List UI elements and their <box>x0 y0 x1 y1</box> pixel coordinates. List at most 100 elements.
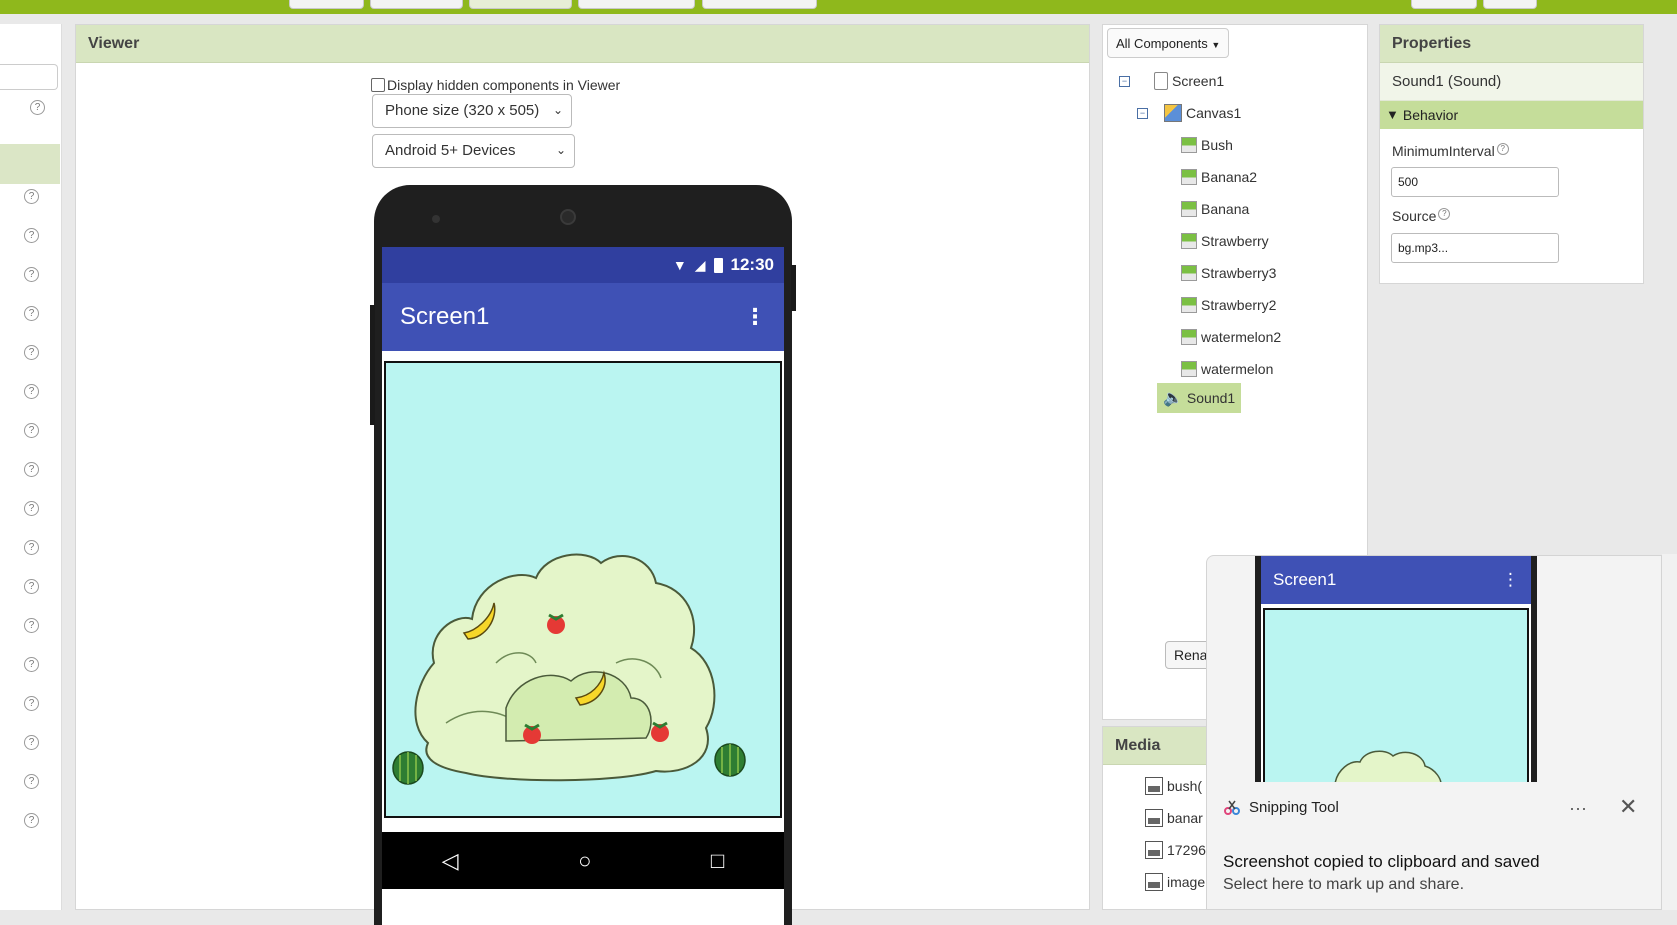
tree-item-sprite[interactable]: Strawberry2 <box>1181 291 1276 319</box>
home-icon[interactable]: ○ <box>578 848 591 874</box>
tree-item-sprite[interactable]: Bush <box>1181 131 1233 159</box>
tree-item-sound1[interactable]: 🔈 Sound1 <box>1157 383 1242 413</box>
image-sprite-icon <box>1181 329 1197 345</box>
toolbar-button[interactable] <box>1411 0 1477 9</box>
back-icon[interactable]: ◁ <box>442 848 459 874</box>
bush-sprite[interactable] <box>414 553 716 782</box>
caret-down-icon: ▼ <box>1211 40 1221 50</box>
tree-label: Banana <box>1201 201 1250 217</box>
help-icon[interactable]: ? <box>24 540 39 555</box>
property-name: MinimumInterval <box>1392 143 1495 159</box>
palette-category[interactable] <box>0 144 60 184</box>
viewer-header: Viewer <box>76 25 1089 63</box>
behavior-section[interactable]: ▼ Behavior <box>1380 101 1643 129</box>
phone-mockup: ▼ ◢ 12:30 Screen1 ⋮ ◁ ○ □ <box>370 185 796 925</box>
status-time: 12:30 <box>730 255 774 274</box>
viewer-panel: Viewer Display hidden components in View… <box>75 24 1090 925</box>
tree-label: Canvas1 <box>1186 105 1242 121</box>
help-icon[interactable]: ? <box>30 100 45 115</box>
tree-item-sprite[interactable]: Banana <box>1181 195 1249 223</box>
help-icon[interactable]: ? <box>24 735 39 750</box>
canvas1[interactable] <box>384 361 782 818</box>
notification-body[interactable]: Snipping Tool ··· ✕ Screenshot copied to… <box>1207 782 1661 909</box>
help-icon[interactable]: ? <box>24 228 39 243</box>
canvas-icon <box>1164 104 1182 122</box>
image-sprite-icon <box>1181 201 1197 217</box>
media-file-name: bush( <box>1167 778 1203 794</box>
media-item[interactable]: banar <box>1145 809 1203 827</box>
all-components-dropdown[interactable]: All Components ▼ <box>1107 28 1230 58</box>
property-name: Source <box>1392 208 1437 224</box>
media-file-name: 17296 <box>1167 842 1206 858</box>
toolbar-button[interactable] <box>1483 0 1537 9</box>
screen-title: Screen1 <box>400 303 490 330</box>
palette-search-input[interactable] <box>0 64 58 90</box>
tree-item-sprite[interactable]: Strawberry3 <box>1181 259 1276 287</box>
help-icon[interactable]: ? <box>24 189 39 204</box>
tree-label: Strawberry <box>1201 233 1269 249</box>
toolbar-button[interactable] <box>469 0 572 9</box>
tree-item-sprite[interactable]: Banana2 <box>1181 163 1257 191</box>
help-icon[interactable]: ? <box>24 306 39 321</box>
preview-screen: Screen1 ⋮ <box>1261 556 1531 782</box>
minimum-interval-input[interactable]: 500 <box>1391 167 1559 197</box>
help-icon[interactable]: ? <box>24 579 39 594</box>
tree-item-screen1[interactable]: − Screen1 <box>1119 67 1224 95</box>
toolbar-button[interactable] <box>289 0 364 9</box>
more-options-icon[interactable]: ··· <box>1569 798 1587 819</box>
watermelon-sprite[interactable] <box>392 751 424 785</box>
notification-app-name: Snipping Tool <box>1249 798 1339 816</box>
screenshot-preview[interactable]: Screen1 ⋮ <box>1255 556 1537 782</box>
device-type-value: Android 5+ Devices <box>385 142 516 159</box>
image-sprite-icon <box>1181 265 1197 281</box>
help-icon[interactable]: ? <box>24 696 39 711</box>
collapse-icon[interactable]: − <box>1119 75 1130 87</box>
watermelon2-sprite[interactable] <box>714 743 746 777</box>
phone-size-select[interactable]: Phone size (320 x 505) ⌄ <box>372 94 572 128</box>
image-file-icon <box>1145 777 1163 795</box>
help-icon[interactable]: ? <box>1438 208 1451 220</box>
media-item[interactable]: bush( <box>1145 777 1202 795</box>
preview-title: Screen1 <box>1273 570 1337 589</box>
toolbar-button[interactable] <box>370 0 463 9</box>
display-hidden-checkbox[interactable] <box>371 78 385 92</box>
toolbar-button[interactable] <box>702 0 817 9</box>
tree-item-canvas1[interactable]: − Canvas1 <box>1137 99 1241 127</box>
help-icon[interactable]: ? <box>1496 143 1509 155</box>
tree-label: watermelon2 <box>1201 329 1282 345</box>
help-icon[interactable]: ? <box>24 501 39 516</box>
help-icon[interactable]: ? <box>24 345 39 360</box>
scrollbar[interactable] <box>1662 554 1677 910</box>
tree-label: Screen1 <box>1172 73 1225 89</box>
media-item[interactable]: image <box>1145 873 1205 891</box>
snipping-tool-notification[interactable]: Screen1 ⋮ Snipping Tool ··· ✕ Screenshot… <box>1206 555 1662 910</box>
help-icon[interactable]: ? <box>24 384 39 399</box>
help-icon[interactable]: ? <box>24 774 39 789</box>
phone-screen: ▼ ◢ 12:30 Screen1 ⋮ ◁ ○ □ <box>382 247 784 925</box>
tree-label: Sound1 <box>1186 390 1236 406</box>
media-item[interactable]: 17296 <box>1145 841 1206 859</box>
help-icon[interactable]: ? <box>24 462 39 477</box>
toolbar-button[interactable] <box>578 0 695 9</box>
image-file-icon <box>1145 809 1163 827</box>
tree-item-sprite[interactable]: watermelon2 <box>1181 323 1281 351</box>
help-icon[interactable]: ? <box>24 813 39 828</box>
collapse-icon[interactable]: − <box>1137 107 1148 119</box>
help-icon[interactable]: ? <box>24 423 39 438</box>
preview-menu-icon: ⋮ <box>1502 570 1519 589</box>
display-hidden-option[interactable]: Display hidden components in Viewer <box>371 77 620 93</box>
close-icon[interactable]: ✕ <box>1619 794 1637 820</box>
recent-apps-icon[interactable]: □ <box>711 848 724 874</box>
behavior-label: Behavior <box>1402 107 1459 123</box>
tree-item-sprite[interactable]: Strawberry <box>1181 227 1269 255</box>
help-icon[interactable]: ? <box>24 657 39 672</box>
device-type-select[interactable]: Android 5+ Devices ⌄ <box>372 134 575 168</box>
tree-label: Banana2 <box>1201 169 1258 185</box>
tree-item-sprite[interactable]: watermelon <box>1181 355 1273 383</box>
source-input[interactable]: bg.mp3... <box>1391 233 1559 263</box>
overflow-menu-icon[interactable]: ⋮ <box>744 304 766 330</box>
top-toolbar <box>0 0 1677 14</box>
help-icon[interactable]: ? <box>24 267 39 282</box>
notification-app-row: Snipping Tool <box>1223 798 1339 816</box>
help-icon[interactable]: ? <box>24 618 39 633</box>
